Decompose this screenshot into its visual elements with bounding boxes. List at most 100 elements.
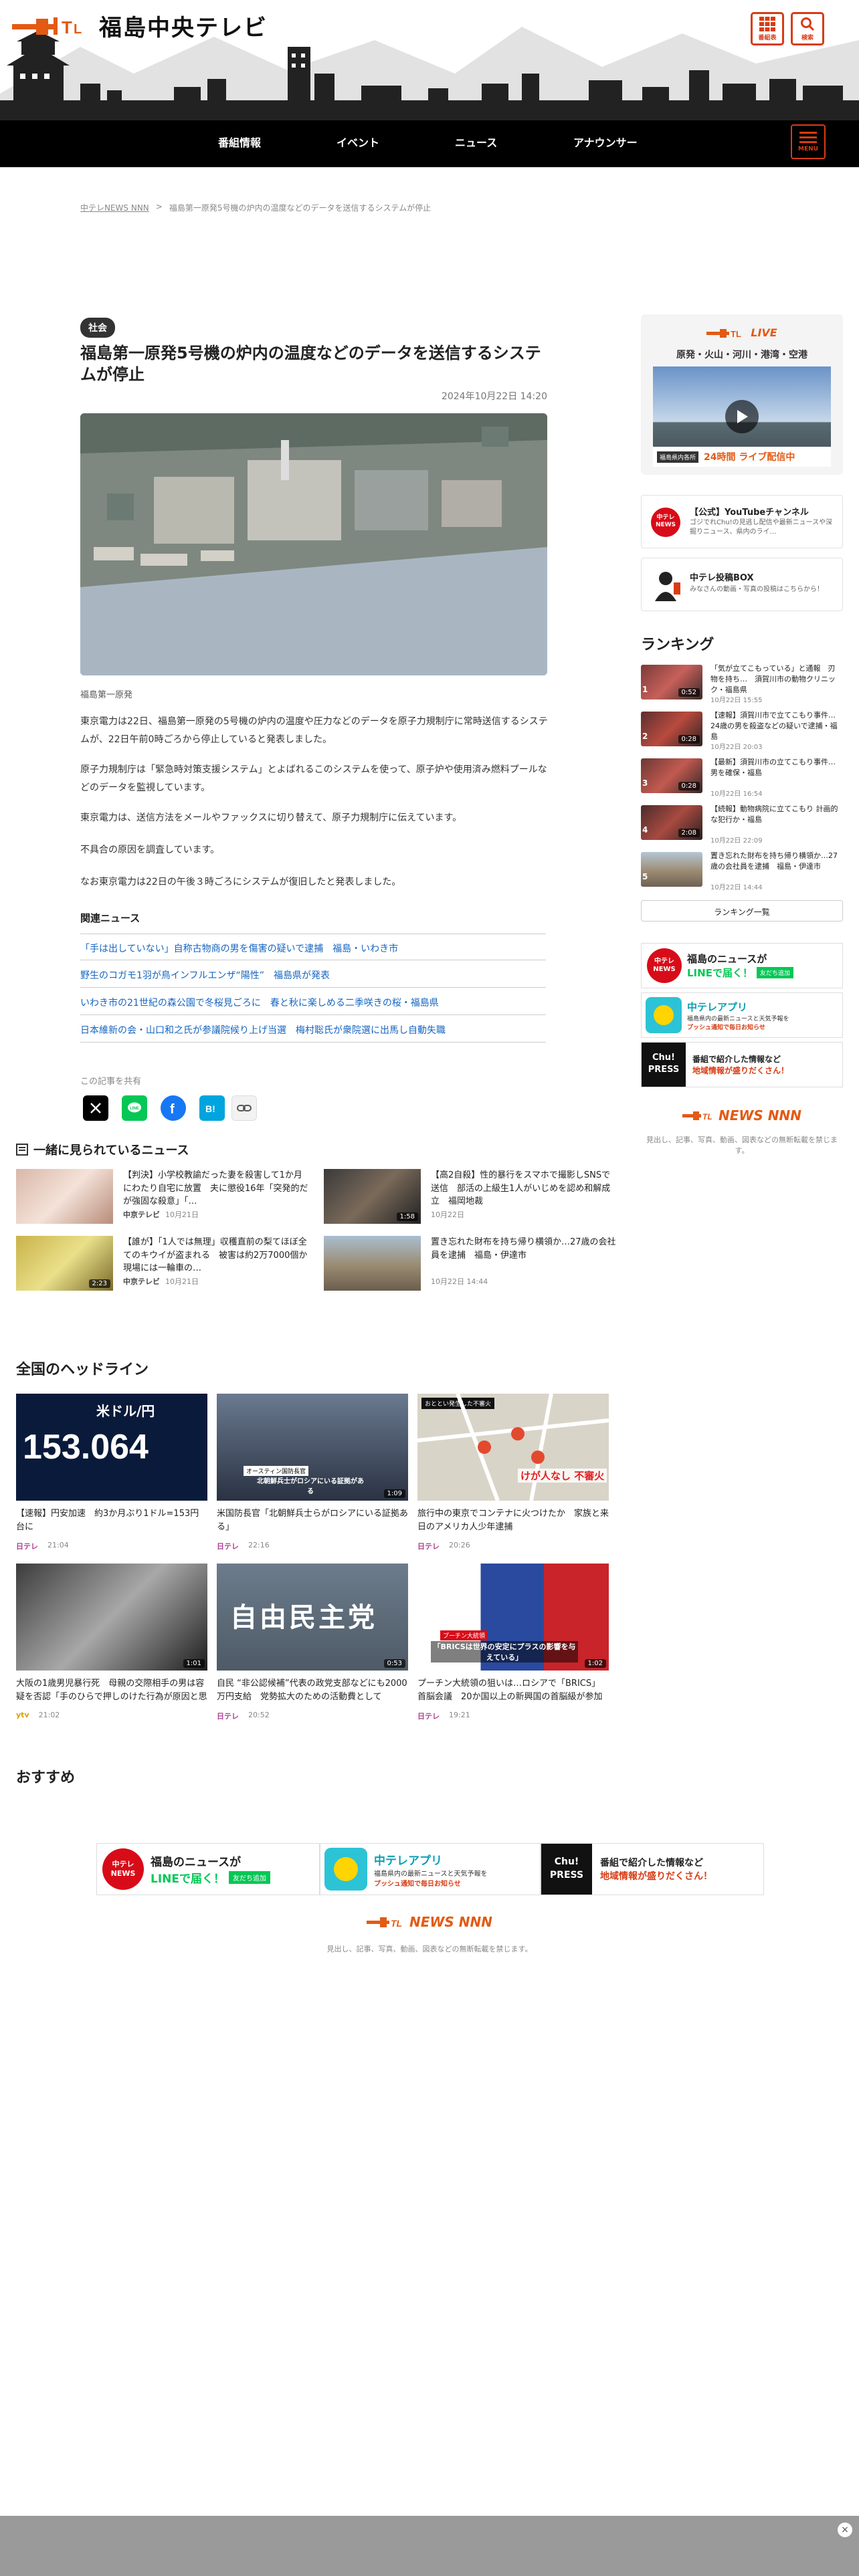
share-hatena-button[interactable]: B! [199, 1095, 225, 1121]
line-banner[interactable]: 中テレ NEWS 福島のニュースが LINEで届く！ 友だち追加 [641, 943, 843, 988]
source-name: 日テレ [217, 1712, 239, 1721]
ranking-thumbnail: 2 0:28 [641, 712, 702, 746]
national-news-item[interactable]: おととい発生した不審火 けが人なし 不審火 旅行中の東京でコンテナに火つけたか … [417, 1394, 609, 1551]
also-read-item[interactable]: 1:58 【高2自殺】性的暴行をスマホで撮影しSNSで送信 部活の上級生1人がい… [324, 1169, 618, 1228]
hamburger-line [799, 140, 817, 143]
app-banner[interactable]: 中テレアプリ 福島県内の最新ニュースと天気予報を プッシュ通知で毎日お知らせ [641, 992, 843, 1038]
also-read-item[interactable]: 【判決】小学校教諭だった妻を殺害して1か月にわたり自宅に放置 夫に懲役16年「突… [16, 1169, 310, 1228]
nav-item-news[interactable]: ニュース [455, 134, 497, 150]
live-thumbnail: 福島県内各所 24時間 ライブ配信中 [653, 366, 831, 467]
chu-press-banner-bottom[interactable]: Chu! PRESS 番組で紹介した情報など 地域情報が盛りだくさん！ [541, 1843, 764, 1895]
news-list-icon [16, 1144, 28, 1156]
national-news-thumbnail: 米ドル/円 153.064 [16, 1394, 207, 1501]
related-news-link[interactable]: 「手は出していない」自称古物商の男を傷害の疑いで逮捕 福島・いわき市 [80, 934, 546, 960]
ranking-item[interactable]: 2 0:28 【速報】須賀川市で立てこもり事件…24歳の男を殺盗などの疑いで逮捕・… [641, 711, 843, 753]
share-line-button[interactable]: LINE [122, 1095, 147, 1121]
news-badge-text: 中テレ NEWS [653, 958, 676, 973]
video-duration: 1:01 [183, 1659, 205, 1668]
nav-item-events[interactable]: イベント [337, 134, 379, 150]
line-add-friend-button[interactable]: 友だち追加 [229, 1871, 270, 1884]
ctv-news-badge-icon: 中テレ NEWS [102, 1848, 144, 1890]
youtube-desc: ゴジでれChu!の見逃し配信や最新ニュースや深掘りニュース、県内のライ… [690, 519, 833, 536]
ctv-news-badge-icon: 中テレ NEWS [651, 508, 680, 537]
also-read-meta: 中京テレビ 10月21日 [123, 1209, 199, 1220]
nav-item-announcers[interactable]: アナウンサー [573, 134, 638, 150]
x-logo-icon [90, 1103, 101, 1113]
national-news-item[interactable]: プーチン大統領 「BRICSは世界の安定にプラスの影響を与えている」 1:02 … [417, 1564, 609, 1721]
close-icon[interactable]: × [838, 2523, 852, 2537]
share-facebook-button[interactable]: f [161, 1095, 186, 1121]
program-guide-button[interactable]: 番組表 [751, 12, 784, 45]
article-paragraph: 東京電力は22日、福島第一原発の5号機の炉内の温度や圧力などのデータを原子力規制… [80, 716, 548, 745]
source-name: 中京テレビ [123, 1210, 160, 1219]
post-box-desc: みなさんの動画・写真の投稿はこちらから！ [690, 586, 824, 593]
ranking-item-title: 【速報】須賀川市で立てこもり事件…24歳の男を殺盗などの疑いで逮捕・福島 [710, 711, 838, 741]
line-logo-icon: LINE [128, 1102, 141, 1113]
thumbnail-overlay-label: プーチン大統領 [440, 1630, 488, 1640]
line-banner-bottom[interactable]: 中テレ NEWS 福島のニュースが LINEで届く！ 友だち追加 [96, 1843, 320, 1895]
ranking-item[interactable]: 3 0:28 【最新】須賀川市の立てこもり事件…男を確保・福島 10月22日 16… [641, 758, 843, 800]
national-news-title: 【速報】円安加速 約3か月ぶり1ドル=153円台に [16, 1509, 199, 1533]
line-banner-line: LINEで届く！ [687, 967, 753, 979]
ranking-item[interactable]: 5 置き忘れた財布を持ち帰り横領か…27歳の会社員を逮捕 福島・伊達市 10月2… [641, 851, 843, 893]
search-button[interactable]: 検索 [791, 12, 824, 45]
ranking-item[interactable]: 1 0:52 「気が立てこもっている」と通報 刃物を持ち… 須賀川市の動物クリニッ… [641, 664, 843, 706]
chu-banner-text: 番組で紹介した情報など [692, 1055, 781, 1064]
related-news-link[interactable]: 日本維新の会・山口和之氏が参議院候り上げ当選 梅村聡氏が衆院選に出馬し自動失職 [80, 1016, 546, 1043]
also-read-meta: 10月22日 [431, 1209, 464, 1220]
date: 10月22日 14:44 [431, 1277, 488, 1286]
ranking-all-button[interactable]: ランキング一覧 [641, 900, 843, 922]
ranking-thumbnail: 4 2:08 [641, 805, 702, 840]
ranking-thumbnail: 5 [641, 852, 702, 887]
copyright-note: 見出し、記事、写真、動画、図表などの無断転載を禁じます。 [646, 1136, 838, 1155]
related-news-link[interactable]: いわき市の21世紀の森公園で冬桜見ごろに 春と秋に楽しめる二季咲きの桜・福島県 [80, 988, 546, 1015]
national-news-item[interactable]: 米ドル/円 153.064 【速報】円安加速 約3か月ぶり1ドル=153円台に … [16, 1394, 207, 1551]
post-box-card[interactable]: 中テレ投稿BOX みなさんの動画・写真の投稿はこちらから！ [641, 558, 843, 611]
breadcrumb-home[interactable]: 中テレNEWS NNN [80, 202, 149, 213]
rank-number: 1 [642, 685, 648, 694]
hamburger-icon [799, 131, 817, 134]
post-box-title: 中テレ投稿BOX [690, 573, 754, 583]
national-news-title: 大阪の1歳男児暴行死 母親の交際相手の男は容疑を否認「手のひらで押しのけた行為が… [16, 1679, 207, 1703]
youtube-badge-text: 中テレ NEWS [655, 514, 676, 528]
line-add-friend-button[interactable]: 友だち追加 [756, 967, 793, 978]
also-read-thumbnail: 2:23 [16, 1236, 113, 1291]
chu-press-banner[interactable]: Chu! PRESS 番組で紹介した情報など 地域情報が盛りだくさん！ [641, 1042, 843, 1087]
svg-text:LINE: LINE [130, 1107, 139, 1111]
also-read-item-title: 置き忘れた財布を持ち帰り横領か…27歳の会社員を逮捕 福島・伊達市 [431, 1237, 616, 1261]
hatena-bookmark-icon: B! [205, 1103, 215, 1114]
date: 10月21日 [165, 1210, 199, 1219]
grid-icon [759, 16, 775, 31]
nav-item-programs[interactable]: 番組情報 [218, 134, 261, 150]
news-nnn-logo[interactable]: TL NEWS NNN [641, 1107, 843, 1123]
menu-button[interactable]: MENU [791, 124, 826, 159]
live-badge: 24時間 ライブ配信中 [704, 452, 795, 463]
copy-link-button[interactable] [231, 1095, 257, 1121]
also-read-title: 一緒に見られているニュース [16, 1141, 189, 1158]
site-logo[interactable]: T L 福島中央テレビ [12, 9, 268, 42]
time: 20:52 [248, 1711, 270, 1719]
news-nnn-logo-bottom[interactable]: TL NEWS NNN [0, 1914, 859, 1930]
also-read-item[interactable]: 置き忘れた財布を持ち帰り横領か…27歳の会社員を逮捕 福島・伊達市 10月22日… [324, 1236, 618, 1295]
also-read-item[interactable]: 2:23 【誰が】「1人では無理」収穫直前の梨てほぼ全てのキウイが盗まれる 被害… [16, 1236, 316, 1295]
also-read-meta: 10月22日 14:44 [431, 1276, 488, 1287]
link-icon [237, 1105, 252, 1111]
category-badge[interactable]: 社会 [80, 318, 115, 338]
ranking-item-date: 10月22日 20:03 [710, 744, 763, 751]
ctv-logo-icon: TL [682, 1111, 712, 1121]
live-title: LIVE [751, 326, 777, 339]
national-news-thumbnail: おととい発生した不審火 けが人なし 不審火 [417, 1394, 609, 1501]
national-news-item[interactable]: オースティン国防長官 北朝鮮兵士がロシアにいる証拠がある 1:09 米国防長官「… [217, 1394, 408, 1551]
ranking-item[interactable]: 4 2:08 【続報】動物病院に立てこもり 計画的な犯行か・福島 10月22日 2… [641, 804, 843, 847]
national-news-item[interactable]: 自由民主党 0:53 自民 “非公認候補”代表の政党支部などにも2000万円支給… [217, 1564, 408, 1721]
live-camera-card[interactable]: TL LIVE 原発・火山・河川・港湾・空港 福島県内各所 24時間 ライブ配信… [641, 314, 843, 475]
source-name: 日テレ [417, 1712, 440, 1721]
related-news-link[interactable]: 野生のコガモ1羽が鳥インフルエンザ“陽性” 福島県が発表 [80, 961, 546, 988]
recommend-title: おすすめ [16, 1769, 76, 1786]
share-x-button[interactable] [83, 1095, 108, 1121]
national-news-item[interactable]: 1:01 大阪の1歳男児暴行死 母親の交際相手の男は容疑を否認「手のひらで押しの… [16, 1564, 207, 1719]
app-banner-bottom[interactable]: 中テレアプリ 福島県内の最新ニュースと天気予報を プッシュ通知で毎日お知らせ [320, 1843, 541, 1895]
ranking-item-date: 10月22日 22:09 [710, 837, 763, 845]
youtube-channel-card[interactable]: 中テレ NEWS 【公式】YouTubeチャンネル ゴジでれChu!の見逃し配信… [641, 495, 843, 548]
rank-number: 2 [642, 732, 648, 741]
